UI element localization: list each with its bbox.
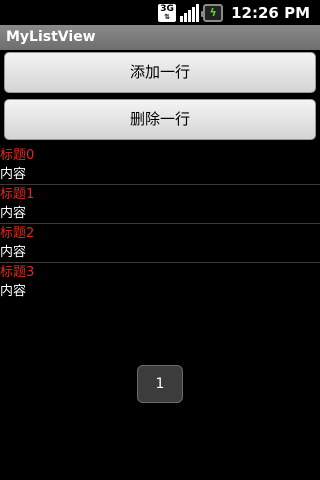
list-item-content: 内容: [0, 167, 27, 182]
page-number-button[interactable]: 1: [137, 365, 183, 403]
app-title: MyListView: [6, 29, 96, 45]
battery-charging-icon: ϟ: [201, 3, 224, 22]
list-item-content: 内容: [0, 284, 27, 299]
status-icons: 3G ⇅ ϟ 12:26 PM: [158, 3, 314, 22]
list-item-content: 内容: [0, 206, 27, 221]
screen: 3G ⇅ ϟ 12:26 PM MyListView 添加一行 删除一行 标题0…: [0, 0, 320, 480]
data-arrows-icon: ⇅: [164, 13, 171, 21]
list-view[interactable]: 标题0 内容 标题1 内容 标题2 内容 标题3 内容: [0, 146, 320, 301]
status-bar: 3G ⇅ ϟ 12:26 PM: [0, 0, 320, 25]
list-item[interactable]: 标题3 内容: [0, 263, 320, 301]
add-row-button[interactable]: 添加一行: [4, 52, 316, 93]
list-item-title: 标题1: [0, 187, 35, 202]
delete-row-button[interactable]: 删除一行: [4, 99, 316, 140]
charging-bolt-icon: ϟ: [209, 6, 217, 19]
list-item[interactable]: 标题2 内容: [0, 224, 320, 263]
network-3g-icon: 3G ⇅: [158, 3, 177, 22]
list-item-title: 标题3: [0, 265, 35, 280]
app-title-bar: MyListView: [0, 25, 320, 50]
list-item-content: 内容: [0, 245, 27, 260]
signal-strength-icon: [180, 3, 200, 22]
status-clock: 12:26 PM: [231, 3, 310, 22]
list-item-title: 标题2: [0, 226, 35, 241]
list-item[interactable]: 标题0 内容: [0, 146, 320, 185]
list-item-title: 标题0: [0, 148, 35, 163]
list-item[interactable]: 标题1 内容: [0, 185, 320, 224]
